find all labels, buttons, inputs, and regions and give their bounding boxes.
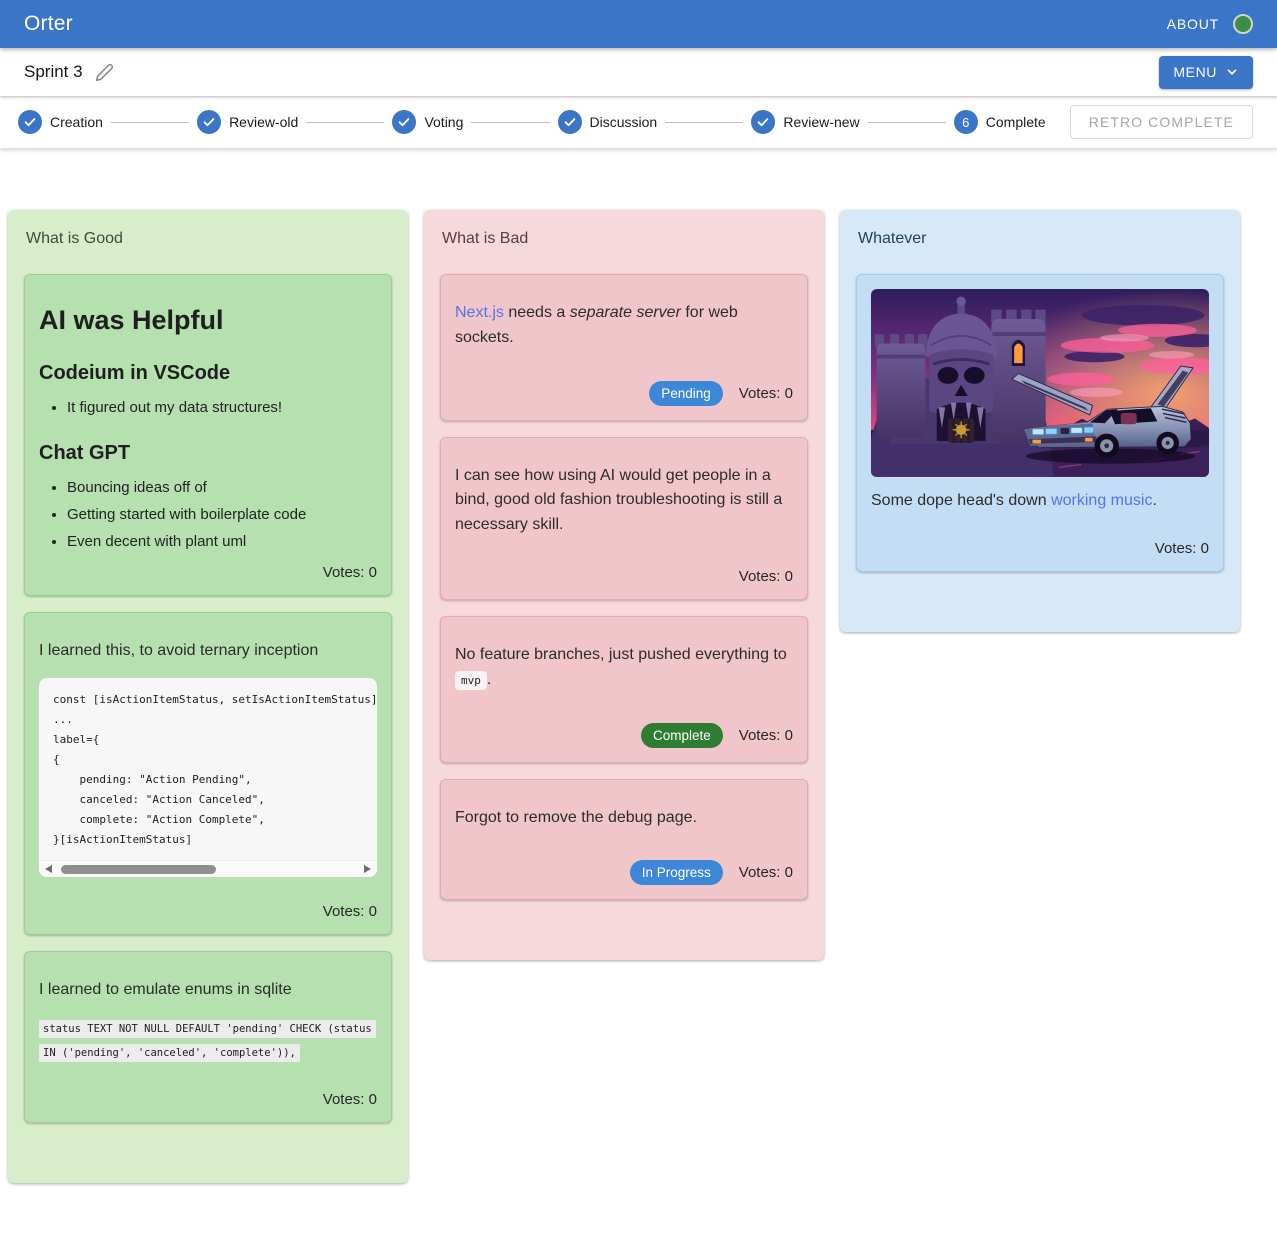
bullet-item: Bouncing ideas off of — [67, 479, 377, 496]
step-label: Review-new — [783, 114, 859, 130]
step-discussion: Discussion — [558, 110, 658, 134]
app-bar: Orter ABOUT — [0, 0, 1277, 48]
code-block: const [isActionItemStatus, setIsActionIt… — [39, 678, 377, 877]
votes-count: Votes: 0 — [1155, 540, 1209, 557]
step-connector — [868, 122, 946, 123]
step-label: Voting — [424, 114, 463, 130]
card-text: I learned to emulate enums in sqlite — [39, 978, 377, 1003]
step-number-icon: 6 — [954, 110, 978, 134]
step-connector — [665, 122, 743, 123]
step-label: Discussion — [590, 114, 658, 130]
step-label: Complete — [986, 114, 1046, 130]
scrollbar-thumb[interactable] — [61, 865, 216, 874]
column-what-is-bad: What is Bad Next.js needs a separate ser… — [424, 210, 824, 960]
retro-card: I learned to emulate enums in sqlite sta… — [24, 951, 392, 1123]
emphasized-text: separate server — [570, 304, 681, 321]
app-title: Orter — [24, 12, 73, 36]
about-link[interactable]: ABOUT — [1167, 16, 1219, 32]
code-content: const [isActionItemStatus, setIsActionIt… — [39, 678, 377, 860]
step-review-new: Review-new — [751, 110, 859, 134]
status-badge-pending: Pending — [649, 381, 723, 406]
status-badge-in-progress: In Progress — [630, 860, 723, 885]
step-connector — [306, 122, 384, 123]
working-music-link[interactable]: working music — [1051, 492, 1152, 509]
step-connector — [471, 122, 549, 123]
delorean-skull-castle-image — [871, 289, 1209, 477]
nextjs-link[interactable]: Next.js — [455, 304, 504, 321]
step-creation: Creation — [18, 110, 103, 134]
status-badge-complete: Complete — [641, 723, 723, 748]
retro-card: Forgot to remove the debug page. In Prog… — [440, 779, 808, 901]
retro-board: What is Good AI was Helpful Codeium in V… — [0, 148, 1277, 1193]
pencil-icon — [95, 63, 114, 82]
check-icon — [18, 110, 42, 134]
column-title: Whatever — [858, 230, 1224, 248]
menu-button[interactable]: MENU — [1159, 56, 1253, 89]
votes-count: Votes: 0 — [739, 568, 793, 585]
inline-code: status TEXT NOT NULL DEFAULT 'pending' C… — [39, 1020, 376, 1062]
inline-code: mvp — [455, 671, 487, 690]
column-title: What is Bad — [442, 230, 808, 248]
horizontal-scrollbar[interactable] — [39, 860, 377, 877]
card-text: I can see how using AI would get people … — [455, 464, 793, 538]
retro-card: Next.js needs a separate server for web … — [440, 274, 808, 421]
stepper: Creation Review-old Voting Discussion — [18, 110, 1046, 134]
check-icon — [392, 110, 416, 134]
votes-count: Votes: 0 — [323, 903, 377, 920]
menu-button-label: MENU — [1173, 64, 1217, 80]
step-connector — [111, 122, 189, 123]
retro-card: I learned this, to avoid ternary incepti… — [24, 612, 392, 935]
votes-count: Votes: 0 — [739, 727, 793, 744]
chevron-down-icon — [1225, 65, 1239, 79]
votes-count: Votes: 0 — [323, 1091, 377, 1108]
stepper-bar: Creation Review-old Voting Discussion — [0, 96, 1277, 148]
check-icon — [558, 110, 582, 134]
votes-count: Votes: 0 — [323, 564, 377, 581]
step-voting: Voting — [392, 110, 463, 134]
bullet-list: It figured out my data structures! — [39, 399, 377, 416]
check-icon — [751, 110, 775, 134]
votes-count: Votes: 0 — [739, 385, 793, 402]
column-what-is-good: What is Good AI was Helpful Codeium in V… — [8, 210, 408, 1183]
online-status-dot-icon — [1233, 14, 1253, 34]
retro-card: Some dope head's down working music. Vot… — [856, 274, 1224, 572]
votes-count: Votes: 0 — [739, 864, 793, 881]
sprint-title: Sprint 3 — [24, 62, 83, 82]
retro-card: I can see how using AI would get people … — [440, 437, 808, 600]
column-whatever: Whatever — [840, 210, 1240, 632]
step-review-old: Review-old — [197, 110, 298, 134]
card-text: No feature branches, just pushed everyth… — [455, 643, 793, 693]
retro-card: AI was Helpful Codeium in VSCode It figu… — [24, 274, 392, 596]
bullet-list: Bouncing ideas off of Getting started wi… — [39, 479, 377, 550]
card-subheading: Codeium in VSCode — [39, 362, 377, 385]
check-icon — [197, 110, 221, 134]
step-complete: 6 Complete — [954, 110, 1046, 134]
bullet-item: Getting started with boilerplate code — [67, 506, 377, 523]
retro-card: No feature branches, just pushed everyth… — [440, 616, 808, 763]
edit-sprint-button[interactable] — [91, 59, 118, 86]
bullet-item: Even decent with plant uml — [67, 533, 377, 550]
card-text: I learned this, to avoid ternary incepti… — [39, 639, 377, 664]
card-subheading: Chat GPT — [39, 442, 377, 465]
column-title: What is Good — [26, 230, 392, 248]
scroll-right-arrow-icon[interactable] — [364, 865, 371, 873]
card-text: Forgot to remove the debug page. — [455, 806, 793, 831]
step-label: Creation — [50, 114, 103, 130]
card-text: Some dope head's down working music. — [871, 489, 1209, 514]
sprint-bar: Sprint 3 MENU — [0, 48, 1277, 96]
card-text: Next.js needs a separate server for web … — [455, 301, 793, 351]
retro-complete-button[interactable]: RETRO COMPLETE — [1070, 105, 1253, 139]
scroll-left-arrow-icon[interactable] — [45, 865, 52, 873]
card-heading: AI was Helpful — [39, 305, 377, 336]
bullet-item: It figured out my data structures! — [67, 399, 377, 416]
step-label: Review-old — [229, 114, 298, 130]
